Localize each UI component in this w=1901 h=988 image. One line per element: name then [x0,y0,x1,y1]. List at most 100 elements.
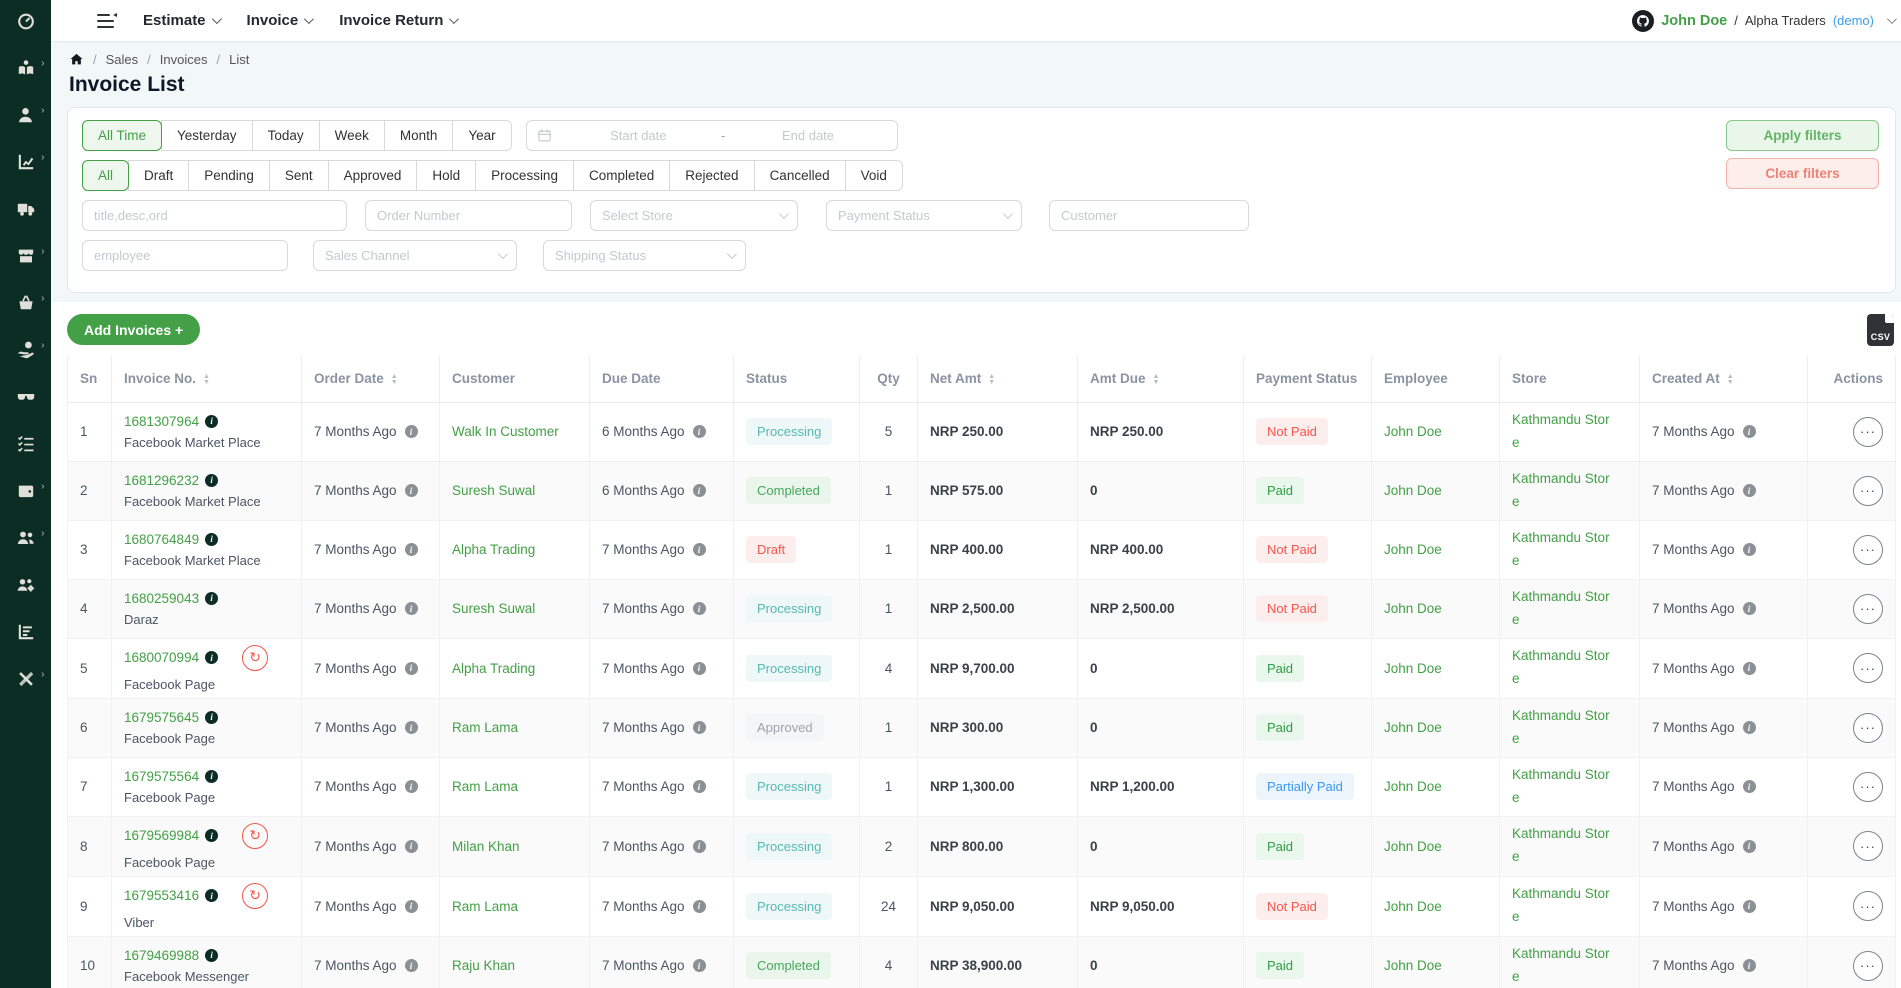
store-link[interactable]: Kathmandu Store [1512,409,1614,455]
info-icon[interactable]: i [405,425,418,438]
info-icon[interactable]: i [693,484,706,497]
store-link[interactable]: Kathmandu Store [1512,883,1614,929]
column-header-customer[interactable]: Customer [440,356,590,402]
info-icon[interactable]: i [693,959,706,972]
employee-link[interactable]: John Doe [1384,542,1442,557]
column-header-net-amt[interactable]: Net Amt▲▼ [918,356,1078,402]
row-actions-button[interactable]: ··· [1853,713,1883,743]
payment-status-select[interactable]: Payment Status [826,200,1022,231]
info-icon[interactable]: i [1743,484,1756,497]
refresh-icon[interactable]: ↻ [242,883,268,909]
sidebar-item-tools[interactable]: › [14,670,38,692]
status-filter-processing[interactable]: Processing [475,160,574,191]
info-icon[interactable]: i [405,721,418,734]
info-icon[interactable]: i [205,415,218,428]
column-header-amt-due[interactable]: Amt Due▲▼ [1078,356,1244,402]
status-filter-all[interactable]: All [82,160,129,191]
time-filter-week[interactable]: Week [319,120,385,151]
row-actions-button[interactable]: ··· [1853,891,1883,921]
invoice-link[interactable]: 1680764849 [124,532,199,547]
status-filter-draft[interactable]: Draft [128,160,189,191]
status-filter-hold[interactable]: Hold [416,160,476,191]
info-icon[interactable]: i [1743,602,1756,615]
info-icon[interactable]: i [405,543,418,556]
refresh-icon[interactable]: ↻ [242,645,268,671]
info-icon[interactable]: i [205,474,218,487]
status-filter-sent[interactable]: Sent [269,160,329,191]
menu-fold-icon[interactable] [97,13,117,29]
store-link[interactable]: Kathmandu Store [1512,943,1614,988]
invoice-link[interactable]: 1679575645 [124,710,199,725]
info-icon[interactable]: i [405,959,418,972]
store-link[interactable]: Kathmandu Store [1512,645,1614,691]
sidebar-item-wallet[interactable]: › [14,482,38,504]
invoice-link[interactable]: 1681296232 [124,473,199,488]
status-filter-void[interactable]: Void [845,160,903,191]
column-header-sn[interactable]: Sn [68,356,112,402]
column-header-due-date[interactable]: Due Date [590,356,734,402]
info-icon[interactable]: i [1743,840,1756,853]
invoice-link[interactable]: 1679569984 [124,828,199,843]
sidebar-item-purchases[interactable]: › [14,294,38,316]
row-actions-button[interactable]: ··· [1853,476,1883,506]
column-header-qty[interactable]: Qty [860,356,918,402]
info-icon[interactable]: i [205,533,218,546]
row-actions-button[interactable]: ··· [1853,653,1883,683]
sidebar-item-staff[interactable] [14,576,38,598]
search-input[interactable] [82,200,347,231]
info-icon[interactable]: i [405,840,418,853]
sidebar-item-customer-groups[interactable]: › [14,529,38,551]
employee-link[interactable]: John Doe [1384,839,1442,854]
info-icon[interactable]: i [1743,662,1756,675]
row-actions-button[interactable]: ··· [1853,831,1883,861]
nav-menu-estimate[interactable]: Estimate [143,12,219,29]
row-actions-button[interactable]: ··· [1853,772,1883,802]
user-menu[interactable]: John Doe / Alpha Traders (demo) [1632,10,1894,32]
info-icon[interactable]: i [1743,721,1756,734]
status-filter-cancelled[interactable]: Cancelled [754,160,846,191]
employee-link[interactable]: John Doe [1384,483,1442,498]
info-icon[interactable]: i [1743,780,1756,793]
info-icon[interactable]: i [205,829,218,842]
sidebar-item-contacts[interactable]: › [14,106,38,128]
customer-link[interactable]: Ram Lama [452,779,518,794]
employee-input[interactable] [82,240,288,271]
nav-menu-invoice-return[interactable]: Invoice Return [339,12,456,29]
column-header-actions[interactable]: Actions [1808,356,1896,402]
info-icon[interactable]: i [693,780,706,793]
info-icon[interactable]: i [1743,543,1756,556]
sidebar-item-storefront[interactable]: › [14,247,38,269]
customer-link[interactable]: Alpha Trading [452,542,535,557]
status-filter-completed[interactable]: Completed [573,160,670,191]
employee-link[interactable]: John Doe [1384,601,1442,616]
row-actions-button[interactable]: ··· [1853,594,1883,624]
customer-link[interactable]: Walk In Customer [452,424,559,439]
info-icon[interactable]: i [405,602,418,615]
info-icon[interactable]: i [405,662,418,675]
info-icon[interactable]: i [693,543,706,556]
info-icon[interactable]: i [693,602,706,615]
info-icon[interactable]: i [1743,425,1756,438]
column-header-order-date[interactable]: Order Date▲▼ [302,356,440,402]
info-icon[interactable]: i [205,592,218,605]
sidebar-item-reports[interactable] [14,623,38,645]
status-filter-pending[interactable]: Pending [188,160,270,191]
store-link[interactable]: Kathmandu Store [1512,527,1614,573]
breadcrumb-item-sales[interactable]: Sales [106,52,139,67]
info-icon[interactable]: i [693,840,706,853]
column-header-invoice-no[interactable]: Invoice No.▲▼ [112,356,302,402]
invoice-link[interactable]: 1679469988 [124,948,199,963]
customer-link[interactable]: Suresh Suwal [452,483,535,498]
info-icon[interactable]: i [405,484,418,497]
time-filter-all-time[interactable]: All Time [82,120,162,151]
employee-link[interactable]: John Doe [1384,424,1442,439]
info-icon[interactable]: i [693,900,706,913]
column-header-employee[interactable]: Employee [1372,356,1500,402]
status-filter-approved[interactable]: Approved [328,160,418,191]
column-header-payment-status[interactable]: Payment Status [1244,356,1372,402]
info-icon[interactable]: i [1743,959,1756,972]
store-link[interactable]: Kathmandu Store [1512,586,1614,632]
store-link[interactable]: Kathmandu Store [1512,823,1614,869]
refresh-icon[interactable]: ↻ [242,823,268,849]
time-filter-yesterday[interactable]: Yesterday [161,120,253,151]
